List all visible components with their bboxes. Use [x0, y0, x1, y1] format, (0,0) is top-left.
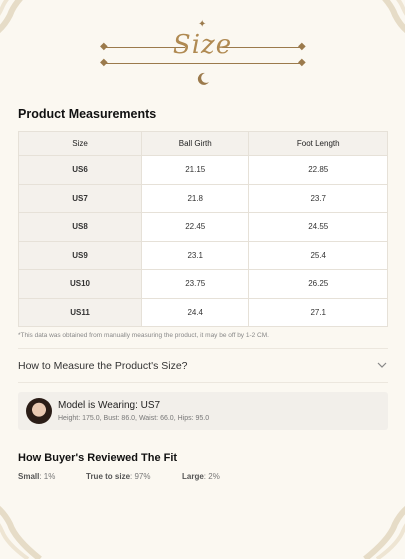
- fit-small: Small: 1%: [18, 472, 56, 481]
- size-cell: US6: [18, 155, 142, 185]
- crescent-moon-icon: [197, 72, 209, 85]
- fit-true-to-size: True to size: 97%: [86, 472, 151, 481]
- size-cell: US9: [18, 240, 142, 270]
- divider: [105, 63, 303, 64]
- foot-length-cell: 24.55: [248, 212, 388, 242]
- table-row: US6 21.15 22.85: [18, 155, 388, 185]
- measurements-title: Product Measurements: [18, 107, 157, 121]
- fit-true-value: 97%: [134, 472, 151, 481]
- table-row: US8 22.45 24.55: [18, 212, 388, 242]
- foot-length-cell: 23.7: [248, 183, 388, 213]
- size-cell: US10: [18, 269, 142, 299]
- size-table: Size Ball Girth Foot Length US6 21.15 22…: [18, 131, 388, 327]
- foot-length-cell: 26.25: [248, 269, 388, 299]
- model-measurements: Height: 175.0, Bust: 86.0, Waist: 66.0, …: [58, 415, 210, 422]
- column-header: Size: [18, 131, 142, 156]
- ball-girth-cell: 23.75: [140, 269, 250, 299]
- avatar: [26, 398, 52, 424]
- model-wearing-label: Model is Wearing: US7: [58, 400, 161, 411]
- corner-ornament-icon: [363, 496, 405, 559]
- fit-large: Large: 2%: [182, 472, 220, 481]
- ball-girth-cell: 22.45: [140, 212, 250, 242]
- table-row: US9 23.1 25.4: [18, 240, 388, 270]
- ball-girth-cell: 23.1: [140, 240, 250, 270]
- table-row: US10 23.75 26.25: [18, 269, 388, 299]
- table-row: US7 21.8 23.7: [18, 183, 388, 213]
- fit-reviews-title: How Buyer's Reviewed The Fit: [18, 452, 178, 464]
- corner-ornament-icon: [0, 496, 42, 559]
- ball-girth-cell: 24.4: [140, 297, 250, 327]
- ball-girth-cell: 21.15: [140, 155, 250, 185]
- size-cell: US7: [18, 183, 142, 213]
- star-icon: ✦: [198, 19, 207, 30]
- column-header: Ball Girth: [140, 131, 250, 156]
- table-header-row: Size Ball Girth Foot Length: [18, 131, 388, 156]
- column-header: Foot Length: [248, 131, 388, 156]
- fit-large-label: Large: [182, 472, 204, 481]
- divider: [18, 382, 388, 383]
- divider: [18, 348, 388, 349]
- size-header: ◆ ✦ ◆ Size ◆ ◆: [0, 18, 405, 88]
- ornament-arrow-icon: ◆: [298, 57, 306, 68]
- measurement-note: *This data was obtained from manually me…: [18, 332, 269, 339]
- fit-small-value: 1%: [43, 472, 56, 481]
- size-cell: US8: [18, 212, 142, 242]
- size-cell: US11: [18, 297, 142, 327]
- table-row: US11 24.4 27.1: [18, 297, 388, 327]
- foot-length-cell: 22.85: [248, 155, 388, 185]
- chevron-down-icon[interactable]: [377, 360, 387, 370]
- fit-small-label: Small: [18, 472, 40, 481]
- page-title: Size: [172, 30, 233, 60]
- fit-true-label: True to size: [86, 472, 131, 481]
- fit-large-value: 2%: [208, 472, 220, 481]
- model-info-card: Model is Wearing: US7 Height: 175.0, Bus…: [18, 392, 388, 430]
- ball-girth-cell: 21.8: [140, 183, 250, 213]
- foot-length-cell: 25.4: [248, 240, 388, 270]
- how-to-measure-link[interactable]: How to Measure the Product's Size?: [18, 360, 188, 372]
- foot-length-cell: 27.1: [248, 297, 388, 327]
